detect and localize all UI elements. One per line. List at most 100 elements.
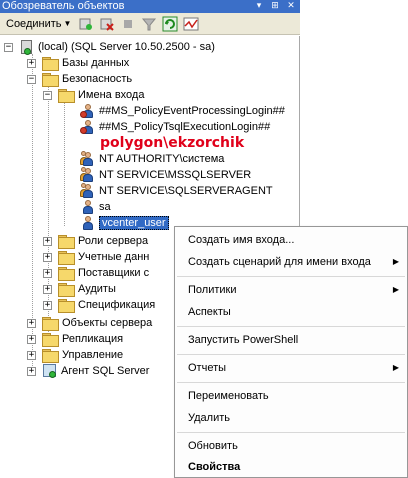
menu-item-script-login[interactable]: Создать сценарий для имени входа ▶	[175, 251, 407, 273]
folder-icon	[58, 235, 75, 249]
tree-node-audits[interactable]: + Аудиты	[43, 281, 116, 297]
tree-node-specifications[interactable]: + Спецификация	[43, 297, 155, 313]
submenu-arrow-icon: ▶	[392, 285, 399, 294]
folder-icon	[58, 283, 75, 297]
tree-node-databases[interactable]: + Базы данных	[27, 55, 129, 71]
folder-icon	[42, 333, 59, 347]
login-item[interactable]: NT SERVICE\MSSQLSERVER	[80, 167, 251, 183]
refresh-icon[interactable]	[161, 15, 179, 33]
tree-node-server-objects[interactable]: + Объекты сервера	[27, 315, 152, 331]
tree-node-logins[interactable]: − Имена входа	[43, 87, 144, 103]
menu-item-label: Политики	[188, 284, 237, 296]
menu-item-properties[interactable]: Свойства	[175, 456, 407, 478]
menu-item-reports[interactable]: Отчеты ▶	[175, 357, 407, 379]
tree-node-agent[interactable]: + Агент SQL Server	[27, 363, 149, 379]
menu-item-label: Переименовать	[188, 390, 269, 402]
agent-label: Агент SQL Server	[61, 365, 150, 377]
server-icon	[19, 39, 35, 55]
user-icon	[80, 199, 96, 215]
expand-icon[interactable]: +	[43, 300, 52, 310]
login-item[interactable]: NT AUTHORITY\система	[80, 151, 224, 167]
menu-item-label: Аспекты	[188, 306, 231, 318]
login-label: NT SERVICE\SQLSERVERAGENT	[99, 185, 273, 197]
expand-icon[interactable]: +	[27, 334, 36, 344]
activity-monitor-icon[interactable]	[182, 15, 200, 33]
menu-item-policies[interactable]: Политики ▶	[175, 279, 407, 301]
expand-icon[interactable]: +	[27, 58, 36, 68]
folder-icon	[58, 89, 75, 103]
close-icon[interactable]: ✕	[286, 0, 296, 10]
expand-icon[interactable]: +	[43, 268, 52, 278]
menu-item-label: Отчеты	[188, 362, 227, 374]
expand-icon[interactable]: +	[43, 236, 52, 246]
tree-node-replication[interactable]: + Репликация	[27, 331, 123, 347]
panel-titlebar: Обозреватель объектов ▾ ⊞ ✕	[0, 0, 300, 13]
folder-icon	[42, 349, 59, 363]
expand-icon[interactable]: +	[43, 252, 52, 262]
tree-node-credentials[interactable]: + Учетные данн	[43, 249, 149, 265]
login-item[interactable]: NT SERVICE\SQLSERVERAGENT	[80, 183, 273, 199]
login-label: ##MS_PolicyEventProcessingLogin##	[99, 105, 285, 117]
sql-agent-icon	[42, 363, 58, 379]
user-icon	[80, 215, 96, 231]
chevron-down-icon[interactable]: ▼	[64, 19, 72, 28]
tree-node-security[interactable]: − Безопасность	[27, 71, 132, 87]
menu-item-new-login[interactable]: Создать имя входа...	[175, 229, 407, 251]
login-item-selected[interactable]: vcenter_user	[80, 215, 169, 231]
menu-item-label: Обновить	[188, 440, 238, 452]
expand-icon[interactable]: +	[27, 366, 36, 376]
menu-item-label: Запустить PowerShell	[188, 334, 299, 346]
login-item[interactable]: ##MS_PolicyTsqlExecutionLogin##	[80, 119, 270, 135]
group-user-icon	[80, 183, 96, 199]
server-label: (local) (SQL Server 10.50.2500 - sa)	[38, 41, 215, 53]
security-label: Безопасность	[62, 73, 133, 85]
context-menu: Создать имя входа... Создать сценарий дл…	[174, 226, 408, 478]
folder-icon	[58, 299, 75, 313]
specifications-label: Спецификация	[78, 299, 156, 311]
databases-label: Базы данных	[62, 57, 130, 69]
crypto-providers-label: Поставщики с	[78, 267, 150, 279]
audits-label: Аудиты	[78, 283, 116, 295]
expand-icon[interactable]: +	[27, 350, 36, 360]
tree-node-crypto-providers[interactable]: + Поставщики с	[43, 265, 149, 281]
server-objects-label: Объекты сервера	[62, 317, 153, 329]
menu-item-label: Удалить	[188, 412, 230, 424]
connect-button[interactable]: Соединить ▼	[3, 15, 74, 33]
folder-icon	[42, 73, 59, 87]
login-label: vcenter_user	[99, 216, 169, 230]
stop-icon[interactable]	[119, 15, 137, 33]
group-user-icon	[80, 151, 96, 167]
management-label: Управление	[62, 349, 124, 361]
login-item[interactable]: ##MS_PolicyEventProcessingLogin##	[80, 103, 285, 119]
pin-icon[interactable]: ⊞	[270, 0, 280, 10]
dropdown-icon[interactable]: ▾	[254, 0, 264, 10]
login-label: NT AUTHORITY\система	[99, 153, 225, 165]
folder-icon	[42, 317, 59, 331]
tree-node-management[interactable]: + Управление	[27, 347, 123, 363]
tree-node-server[interactable]: − (local) (SQL Server 10.50.2500 - sa)	[4, 39, 215, 55]
menu-item-refresh[interactable]: Обновить	[175, 435, 407, 457]
login-item[interactable]: sa	[80, 199, 111, 215]
disconnect-icon[interactable]	[98, 15, 116, 33]
menu-item-powershell[interactable]: Запустить PowerShell	[175, 329, 407, 351]
menu-separator	[177, 432, 405, 433]
submenu-arrow-icon: ▶	[392, 257, 399, 266]
menu-item-delete[interactable]: Удалить	[175, 407, 407, 429]
menu-item-rename[interactable]: Переименовать	[175, 385, 407, 407]
connect-object-explorer-icon[interactable]	[77, 15, 95, 33]
menu-separator	[177, 382, 405, 383]
expand-icon[interactable]: +	[43, 284, 52, 294]
connect-label: Соединить	[6, 17, 62, 30]
folder-icon	[58, 251, 75, 265]
collapse-icon[interactable]: −	[27, 74, 36, 84]
menu-separator	[177, 354, 405, 355]
collapse-icon[interactable]: −	[43, 90, 52, 100]
tree-node-server-roles[interactable]: + Роли сервера	[43, 233, 148, 249]
menu-item-facets[interactable]: Аспекты	[175, 301, 407, 323]
expand-icon[interactable]: +	[27, 318, 36, 328]
collapse-icon[interactable]: −	[4, 42, 13, 52]
disabled-user-icon	[80, 119, 96, 135]
menu-separator	[177, 276, 405, 277]
replication-label: Репликация	[62, 333, 124, 345]
filter-icon[interactable]	[140, 15, 158, 33]
